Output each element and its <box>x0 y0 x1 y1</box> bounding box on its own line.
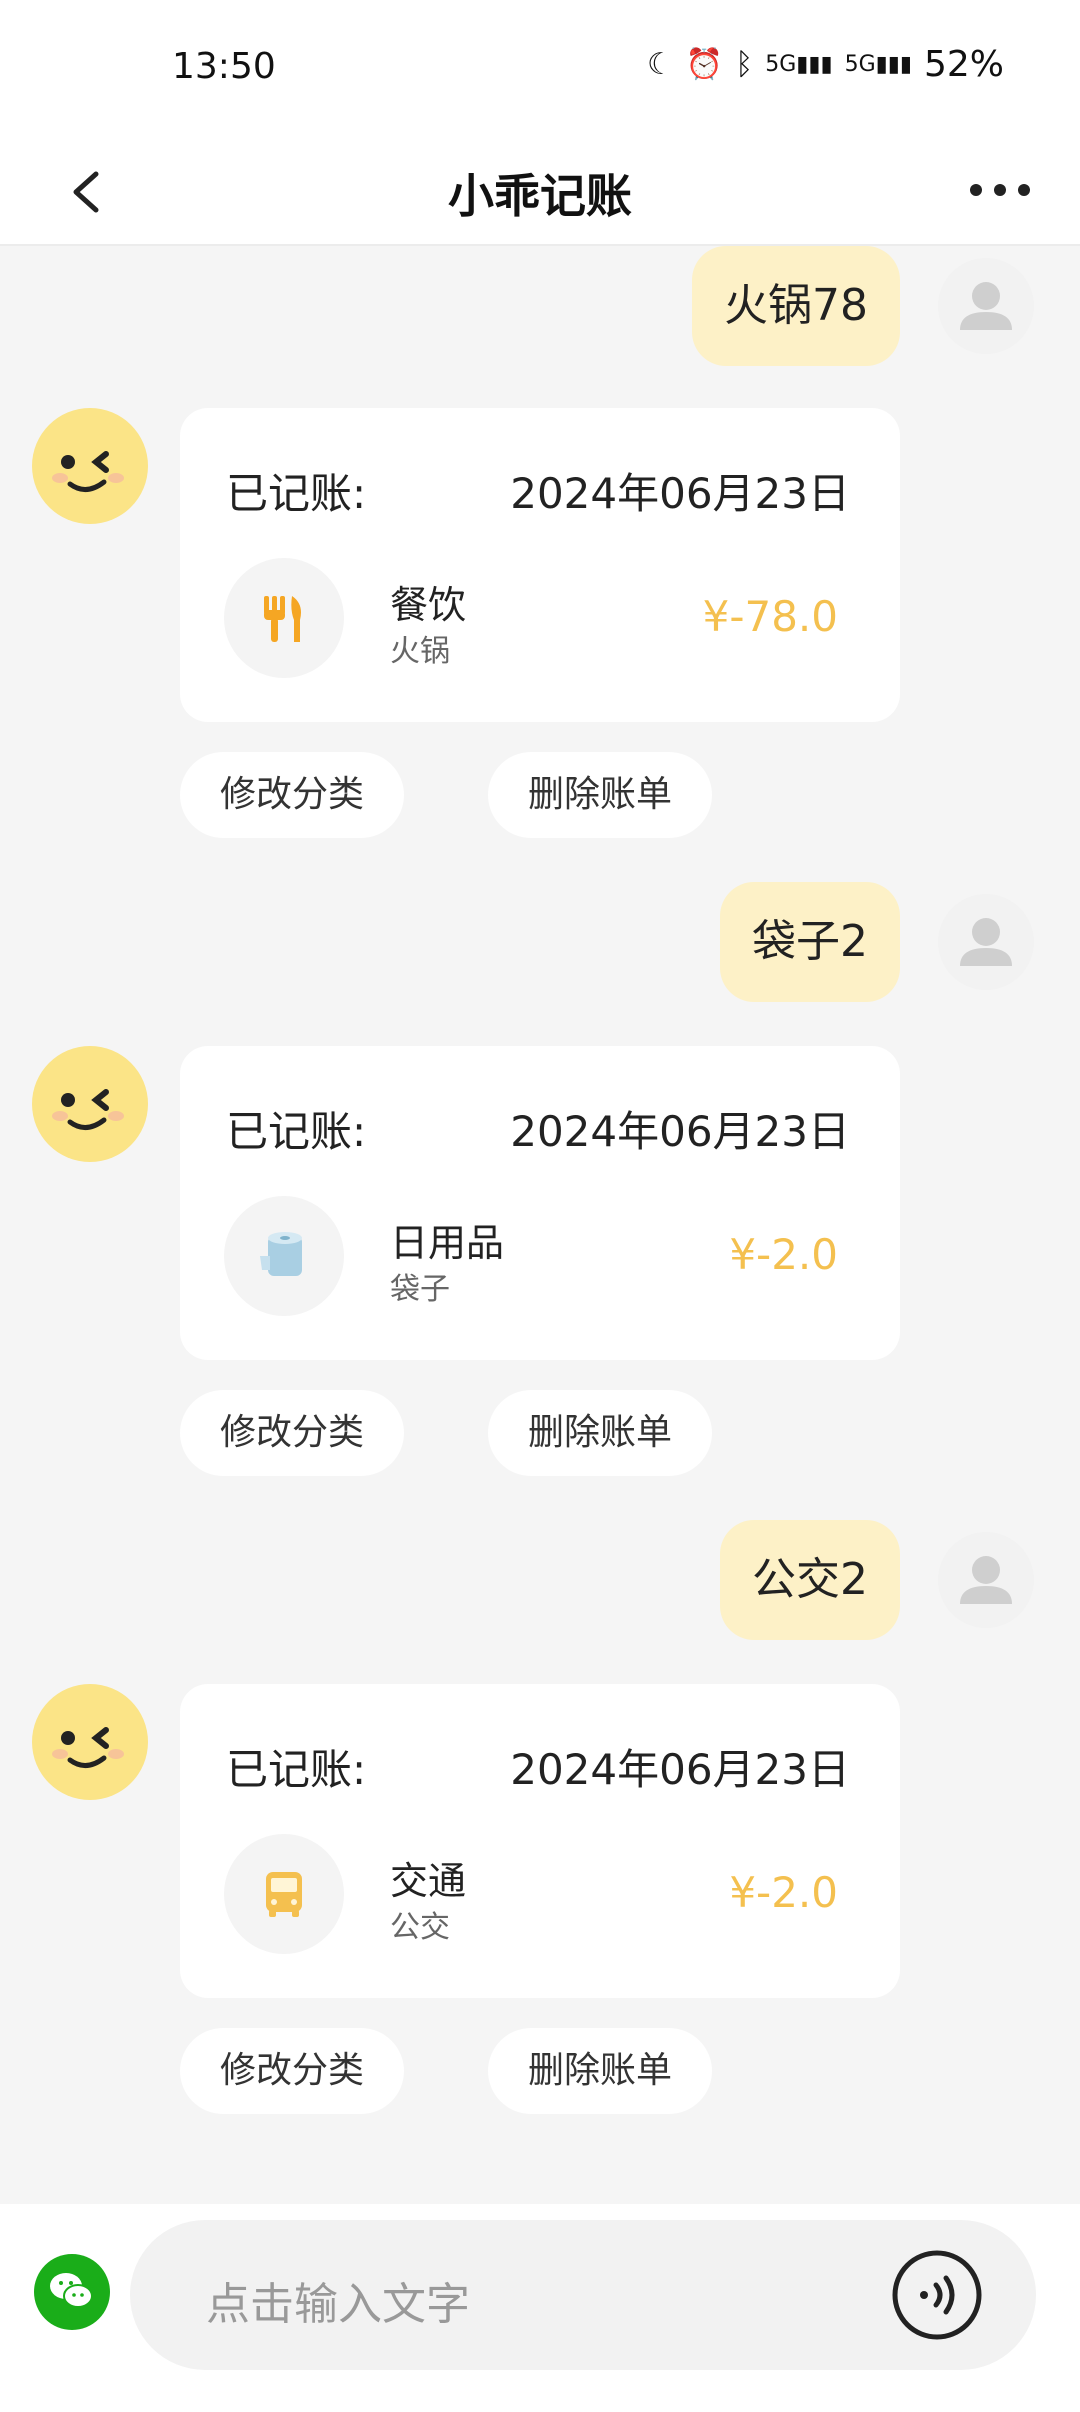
signal-icon: 5G▮▮▮ <box>765 51 833 77</box>
category-icon-wrap <box>224 1834 344 1954</box>
user-avatar[interactable] <box>938 1532 1034 1628</box>
record-card: 已记账: 2024年06月23日 交通 公交 ¥-2.0 <box>180 1684 900 1998</box>
delete-bill-button[interactable]: 删除账单 <box>488 752 713 838</box>
wechat-button[interactable] <box>34 2254 110 2330</box>
edit-category-button[interactable]: 修改分类 <box>180 1390 405 1476</box>
winking-face-icon <box>32 1046 148 1162</box>
more-dot <box>994 184 1006 196</box>
app-screen: 13:50 ☾ ⏰ ᛒ 5G▮▮▮ 5G▮▮▮ 52% 小乖记账 火锅78 已记… <box>0 0 1080 2412</box>
voice-icon <box>892 2250 982 2340</box>
person-icon <box>960 918 1012 966</box>
card-date: 2024年06月23日 <box>510 1107 850 1156</box>
person-icon <box>960 282 1012 330</box>
category-name: 交通 <box>390 1859 467 1903</box>
winking-face-icon <box>32 408 148 524</box>
record-card: 已记账: 2024年06月23日 餐饮 火锅 ¥-78.0 <box>180 408 900 722</box>
status-bar: 13:50 ☾ ⏰ ᛒ 5G▮▮▮ 5G▮▮▮ 52% <box>0 0 1080 140</box>
card-title: 已记账: <box>226 1745 367 1794</box>
bluetooth-icon: ᛒ <box>735 46 754 82</box>
fork-knife-icon <box>264 596 301 642</box>
input-placeholder: 点击输入文字 <box>206 2279 470 2330</box>
card-title: 已记账: <box>226 469 367 518</box>
signal-icon: 5G▮▮▮ <box>844 51 912 77</box>
battery-level: 52% <box>923 44 1004 85</box>
amount: ¥-2.0 <box>729 1868 838 1917</box>
category-name: 餐饮 <box>390 583 467 627</box>
card-title: 已记账: <box>226 1107 367 1156</box>
wechat-icon <box>50 2273 93 2308</box>
amount: ¥-78.0 <box>702 592 838 641</box>
category-name: 日用品 <box>390 1221 505 1265</box>
user-avatar[interactable] <box>938 894 1034 990</box>
nav-bar: 小乖记账 <box>0 140 1080 246</box>
bot-avatar[interactable] <box>30 1044 150 1164</box>
input-bar: 点击输入文字 <box>0 2204 1080 2412</box>
voice-button[interactable] <box>890 2248 984 2342</box>
user-avatar[interactable] <box>938 258 1034 354</box>
user-message[interactable]: 公交2 <box>720 1520 900 1640</box>
signal-label: 5G <box>765 51 797 77</box>
more-button[interactable] <box>970 170 1030 210</box>
more-dot <box>1018 184 1030 196</box>
bot-avatar[interactable] <box>30 406 150 526</box>
alarm-icon: ⏰ <box>685 46 724 82</box>
bot-avatar[interactable] <box>30 1682 150 1802</box>
user-message[interactable]: 袋子2 <box>720 882 900 1002</box>
bus-icon <box>266 1872 302 1917</box>
category-icon-wrap <box>224 1196 344 1316</box>
amount: ¥-2.0 <box>729 1230 838 1279</box>
page-title: 小乖记账 <box>448 169 632 223</box>
record-card: 已记账: 2024年06月23日 日用品 袋子 ¥-2.0 <box>180 1046 900 1360</box>
category-note: 袋子 <box>390 1272 450 1307</box>
status-time: 13:50 <box>172 46 276 87</box>
tissue-roll-icon <box>260 1232 302 1276</box>
card-date: 2024年06月23日 <box>510 469 850 518</box>
winking-face-icon <box>32 1684 148 1800</box>
status-icons: ☾ ⏰ ᛒ 5G▮▮▮ 5G▮▮▮ 52% <box>647 44 1004 85</box>
more-dot <box>970 184 982 196</box>
edit-category-button[interactable]: 修改分类 <box>180 752 405 838</box>
card-date: 2024年06月23日 <box>510 1745 850 1794</box>
person-icon <box>960 1556 1012 1604</box>
moon-icon: ☾ <box>646 46 674 82</box>
delete-bill-button[interactable]: 删除账单 <box>488 1390 713 1476</box>
delete-bill-button[interactable]: 删除账单 <box>488 2028 713 2114</box>
edit-category-button[interactable]: 修改分类 <box>180 2028 405 2114</box>
category-icon-wrap <box>224 558 344 678</box>
signal-label: 5G <box>844 51 876 77</box>
category-note: 公交 <box>390 1910 450 1945</box>
category-note: 火锅 <box>390 634 450 669</box>
user-message[interactable]: 火锅78 <box>692 246 900 366</box>
message-input[interactable]: 点击输入文字 <box>130 2220 1036 2370</box>
chat-list[interactable]: 火锅78 已记账: 2024年06月23日 餐饮 火锅 ¥-78.0 修改分类 … <box>0 246 1080 2204</box>
